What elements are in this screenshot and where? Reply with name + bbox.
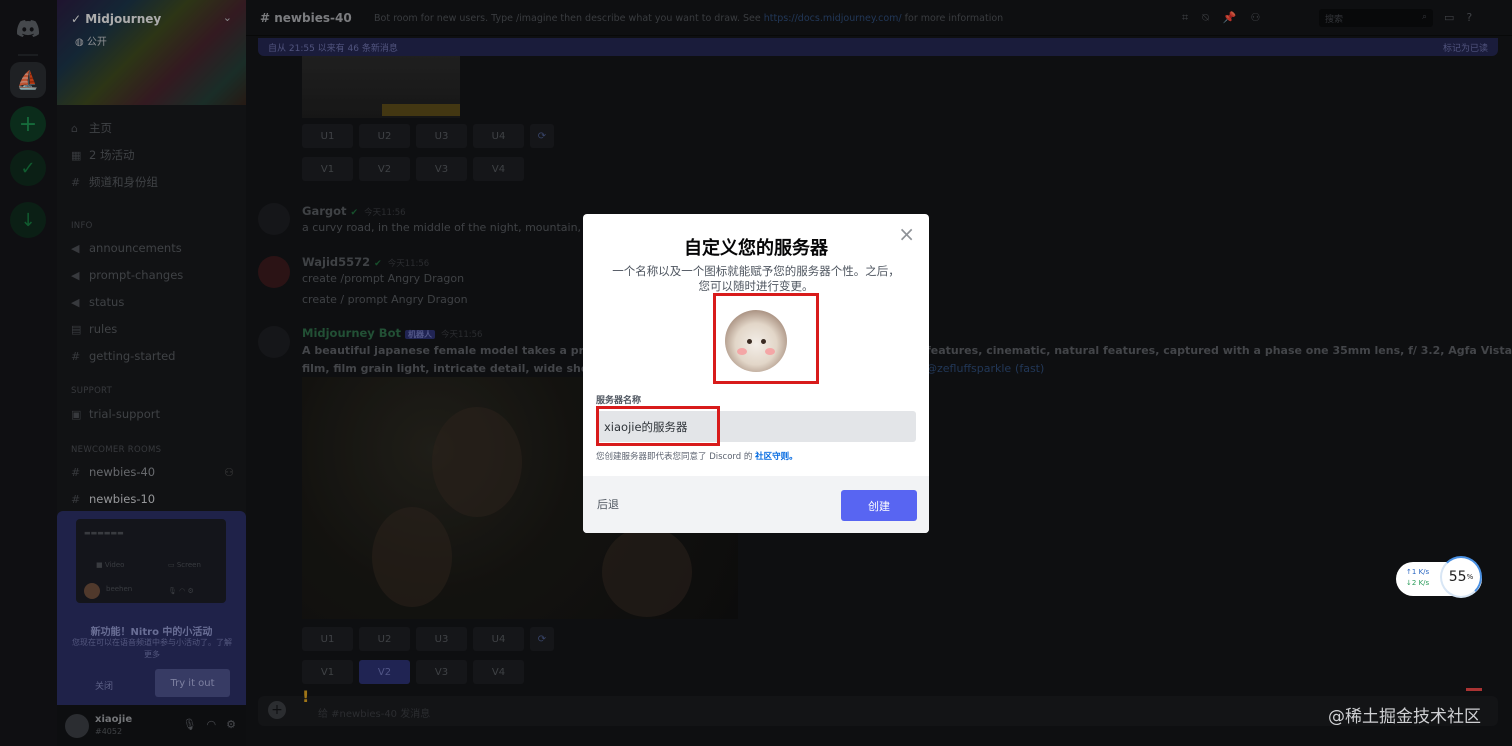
memory-usage-gauge: 55% [1440,556,1482,598]
upload-value: 1 [1411,568,1417,576]
modal-footer: 后退 创建 [583,476,929,533]
upload-unit: K/s [1418,568,1430,576]
upload-speed: ↑1 K/s [1406,568,1430,576]
download-unit: K/s [1418,579,1430,587]
modal-description: 一个名称以及一个图标就能赋予您的服务器个性。之后，您可以随时进行变更。 [612,264,900,293]
tos-text: 您创建服务器即代表您同意了 Discord 的 [596,452,753,462]
network-speed-widget[interactable]: ↑1 K/s ↓2 K/s 55% [1396,556,1482,598]
modal-title: 自定义您的服务器 [684,238,828,259]
watermark: @稀土掘金技术社区 [1328,707,1481,727]
usage-percent: 55 [1448,569,1467,585]
recording-indicator [1466,688,1482,691]
download-speed: ↓2 K/s [1406,579,1430,587]
highlight-box-input [596,406,720,446]
highlight-box-avatar [713,293,819,384]
percent-sign: % [1466,573,1474,581]
server-name-label: 服务器名称 [596,396,642,406]
create-button[interactable]: 创建 [841,490,917,521]
customize-server-modal: × 自定义您的服务器 一个名称以及一个图标就能赋予您的服务器个性。之后，您可以随… [583,214,929,533]
back-button[interactable]: 后退 [597,496,619,512]
community-guidelines-link[interactable]: 社区守则。 [755,452,798,462]
download-value: 2 [1411,579,1417,587]
community-guidelines-notice: 您创建服务器即代表您同意了 Discord 的 社区守则。 [596,450,798,462]
